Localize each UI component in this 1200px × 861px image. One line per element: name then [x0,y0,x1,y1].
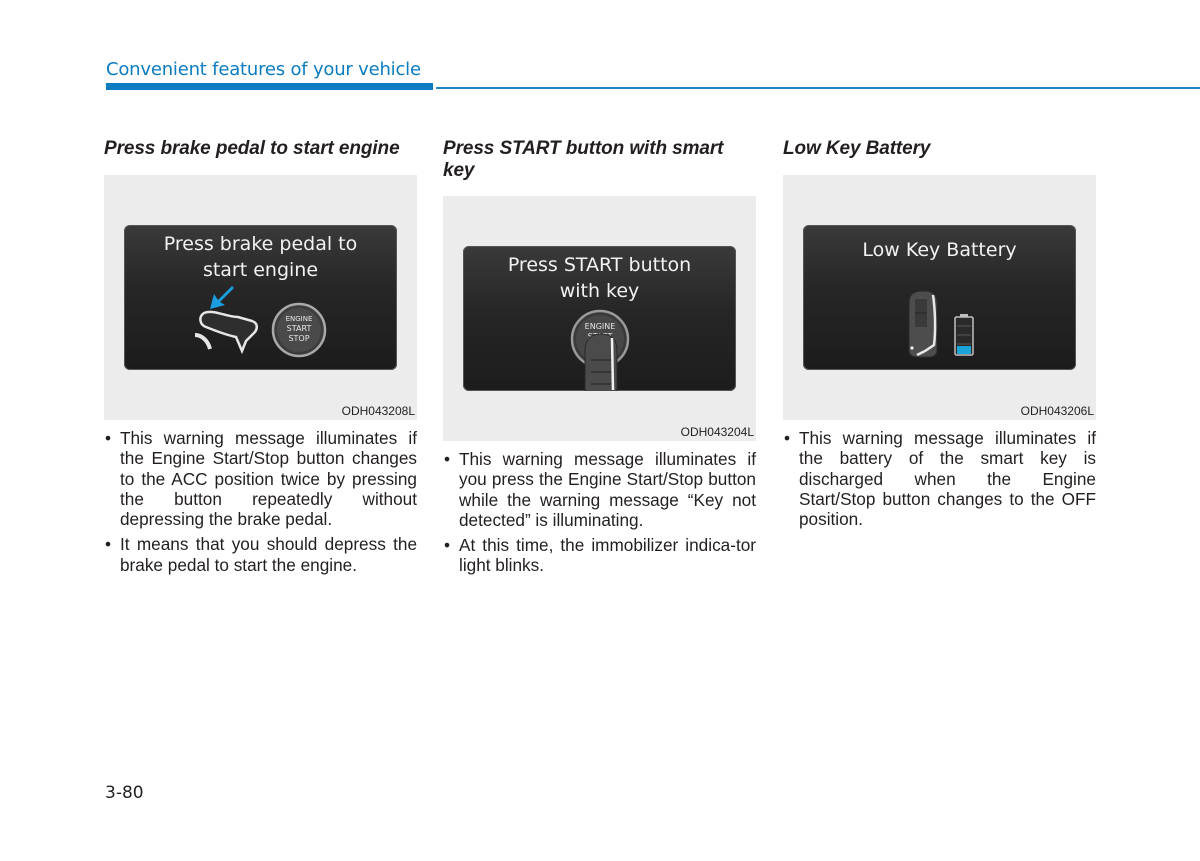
bullet-item: • It means that you should depress the br… [104,534,417,575]
bullet-dot: • [784,428,791,448]
bullet-dot: • [444,535,451,556]
cluster-display: Low Key Battery [803,225,1076,370]
section-header-title: Convenient features of your vehicle [106,59,421,80]
header-accent-bar [106,83,433,90]
bullet-item: • This warning message illuminates if the… [104,428,417,529]
display-line-2: start engine [202,259,319,281]
section-title: Low Key Battery [783,138,931,159]
bullet-text: At this time, the immobilizer indica-tor… [459,535,756,576]
bullet-list: • This warning message illuminates if the… [104,428,417,575]
bullet-text: It means that you should depress the bra… [120,534,417,575]
section-title: Press brake pedal to start engine [104,138,400,159]
display-message: Press brake pedal to start engine [124,231,397,283]
button-label-engine: ENGINE [285,315,313,323]
bullet-list: • This warning message illuminates if the… [783,428,1096,529]
cluster-display: Press brake pedal to start engine ENGINE… [124,225,397,370]
display-line-1: Press START button [507,254,692,276]
bullet-item: • This warning message illuminates if you… [443,449,756,530]
bullet-dot: • [105,534,112,555]
battery-low-icon [954,314,974,356]
figure-code: ODH043204L [680,425,754,439]
button-label-start: START [286,324,312,333]
header-rule [436,87,1200,89]
display-message: Low Key Battery [803,237,1076,263]
battery-level-fill [957,346,971,354]
section-title: Press START button with smart key [443,138,724,181]
bullet-item: • This warning message illuminates if the… [783,428,1096,529]
engine-button-labels: ENGINE START STOP [270,314,328,344]
figure-code: ODH043206L [1020,404,1094,418]
figure-brake-pedal: Press brake pedal to start engine ENGINE… [104,175,417,420]
bullet-dot: • [105,428,112,448]
bullet-text: This warning message illuminates if you … [459,449,756,530]
display-line-1: Low Key Battery [862,239,1017,261]
bullet-dot: • [444,449,451,469]
figure-start-button-key: Press START button with key ENGINE START… [443,196,756,441]
column-brake-pedal: Press brake pedal to start engine Press … [104,138,417,580]
smart-key-icon [908,290,938,358]
bullet-text: This warning message illuminates if the … [120,428,417,530]
page-number: 3-80 [105,783,144,803]
smart-key-icon [584,333,618,391]
cluster-display: Press START button with key ENGINE START [463,246,736,391]
display-line-2: with key [559,280,640,302]
bullet-item: • At this time, the immobilizer indica-to… [443,535,756,576]
figure-code: ODH043208L [341,404,415,418]
bullet-text: This warning message illuminates if the … [799,428,1096,530]
display-message: Press START button with key [463,252,736,304]
button-label-stop: STOP [288,334,310,343]
figure-low-key-battery: Low Key Battery ODH043206L [783,175,1096,420]
brake-pedal-foot-icon [194,310,258,355]
display-line-1: Press brake pedal to [163,233,358,255]
column-low-key-battery: Low Key Battery Low Key Battery ODH04320… [783,138,1096,534]
column-start-button-key: Press START button with smart key Press … [443,138,756,581]
bullet-list: • This warning message illuminates if you… [443,449,756,576]
